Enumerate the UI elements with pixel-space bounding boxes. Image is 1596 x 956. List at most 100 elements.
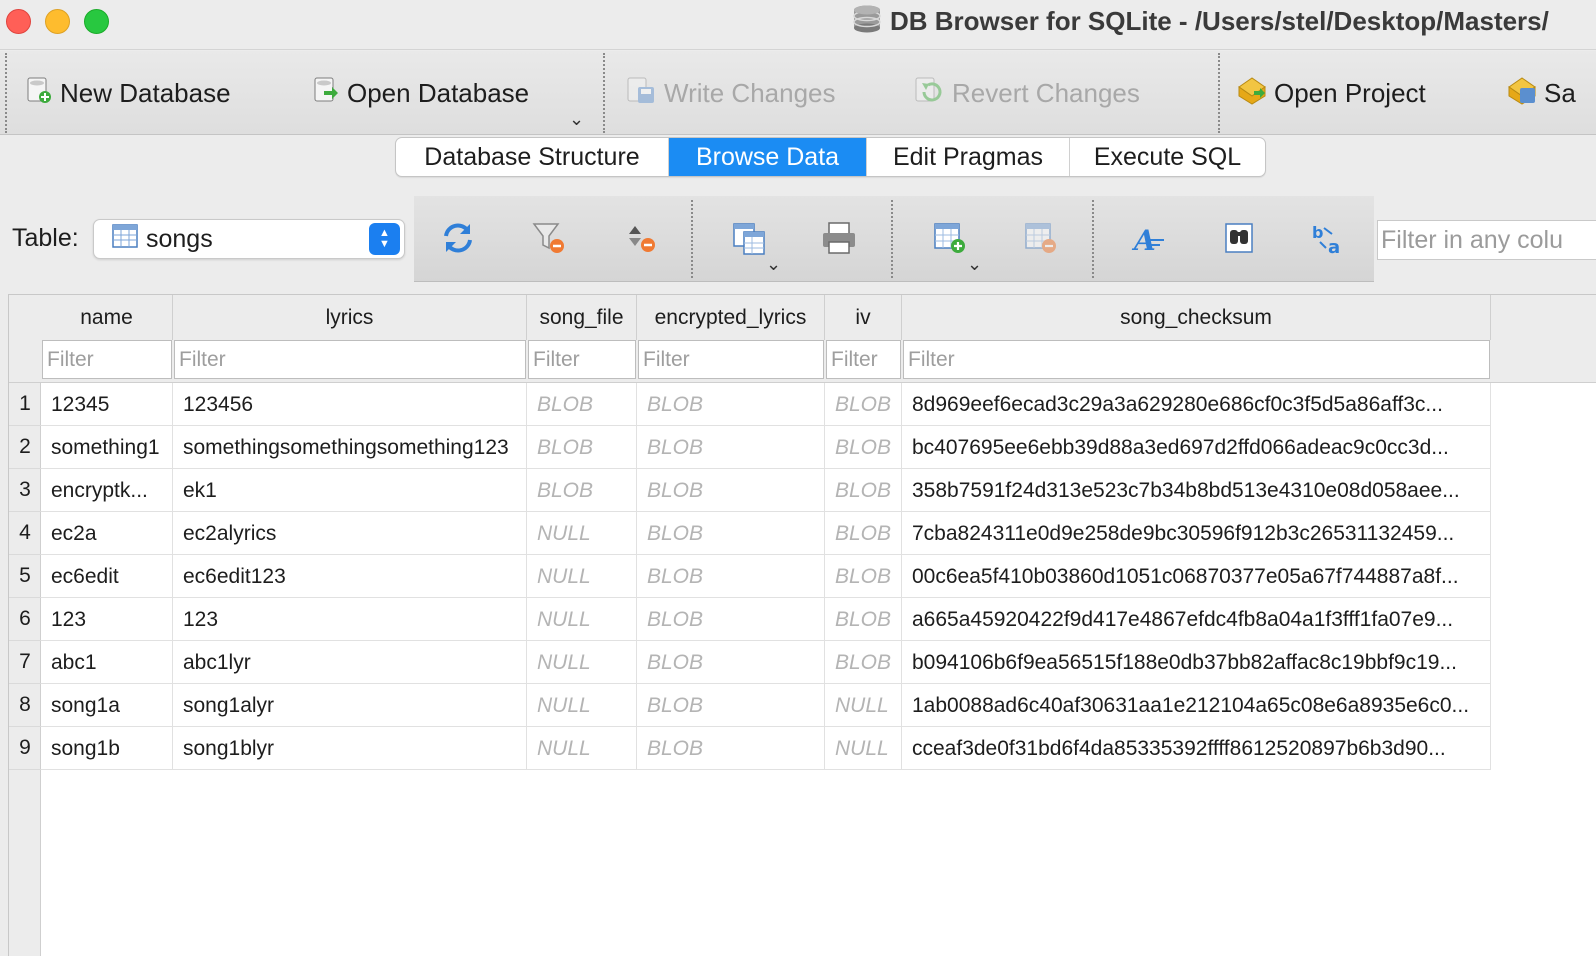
cell-song-checksum[interactable]: a665a45920422f9d417e4867efdc4fb8a04a1f3f… [902,598,1491,641]
filter-iv-input[interactable]: Filter [826,340,901,379]
cell-encrypted-lyrics[interactable]: BLOB [637,426,825,469]
cell-iv[interactable]: BLOB [825,469,902,512]
cell-song-checksum[interactable]: 7cba824311e0d9e258de9bc30596f912b3c26531… [902,512,1491,555]
open-database-dropdown-icon[interactable]: ⌄ [569,109,584,130]
filter-encrypted-lyrics-input[interactable]: Filter [638,340,824,379]
new-database-button[interactable]: New Database [24,75,231,111]
cell-song-checksum[interactable]: 00c6ea5f410b03860d1051c06870377e05a67f74… [902,555,1491,598]
column-header-song-checksum[interactable]: song_checksum [902,295,1491,340]
cell-lyrics[interactable]: 123 [173,598,527,641]
cell-song-checksum[interactable]: cceaf3de0f31bd6f4da85335392ffff861252089… [902,727,1491,770]
row-number[interactable]: 9 [9,727,41,770]
column-header-lyrics[interactable]: lyrics [173,295,527,340]
cell-lyrics[interactable]: 123456 [173,383,527,426]
cell-encrypted-lyrics[interactable]: BLOB [637,555,825,598]
tab-execute-sql[interactable]: Execute SQL [1070,138,1265,176]
insert-record-icon[interactable] [930,218,970,258]
revert-changes-button[interactable]: Revert Changes [914,75,1140,111]
cell-song-checksum[interactable]: 1ab0088ad6c40af30631aa1e212104a65c08e6a8… [902,684,1491,727]
copy-dropdown-icon[interactable]: ⌄ [766,254,781,275]
cell-song-checksum[interactable]: 358b7591f24d313e523c7b34b8bd513e4310e08d… [902,469,1491,512]
open-project-button[interactable]: Open Project [1236,75,1426,111]
cell-lyrics[interactable]: abc1lyr [173,641,527,684]
row-number[interactable]: 2 [9,426,41,469]
save-project-button[interactable]: Sa [1506,75,1576,111]
cell-name[interactable]: song1a [41,684,173,727]
cell-encrypted-lyrics[interactable]: BLOB [637,727,825,770]
table-select[interactable]: songs ▲ ▼ [93,219,405,259]
cell-song-file[interactable]: NULL [527,641,637,684]
cell-iv[interactable]: BLOB [825,512,902,555]
cell-name[interactable]: something1 [41,426,173,469]
column-header-encrypted-lyrics[interactable]: encrypted_lyrics [637,295,825,340]
cell-iv[interactable]: BLOB [825,598,902,641]
cell-song-file[interactable]: NULL [527,727,637,770]
delete-record-icon[interactable] [1021,218,1061,258]
cell-encrypted-lyrics[interactable]: BLOB [637,469,825,512]
cell-song-file[interactable]: BLOB [527,426,637,469]
refresh-icon[interactable] [438,218,478,258]
row-number[interactable]: 8 [9,684,41,727]
open-database-button[interactable]: Open Database [311,75,529,111]
copy-icon[interactable] [730,218,770,258]
cell-song-checksum[interactable]: 8d969eef6ecad3c29a3a629280e686cf0c3f5d5a… [902,383,1491,426]
minimize-window-button[interactable] [45,9,70,34]
cell-iv[interactable]: BLOB [825,555,902,598]
row-number[interactable]: 3 [9,469,41,512]
column-header-song-file[interactable]: song_file [527,295,637,340]
cell-encrypted-lyrics[interactable]: BLOB [637,512,825,555]
row-number[interactable]: 6 [9,598,41,641]
find-icon[interactable] [1220,218,1260,258]
cell-name[interactable]: encryptk... [41,469,173,512]
cell-name[interactable]: 123 [41,598,173,641]
cell-lyrics[interactable]: ek1 [173,469,527,512]
maximize-window-button[interactable] [84,9,109,34]
filter-song-checksum-input[interactable]: Filter [903,340,1490,379]
cell-encrypted-lyrics[interactable]: BLOB [637,684,825,727]
insert-record-dropdown-icon[interactable]: ⌄ [967,254,982,275]
cell-name[interactable]: 12345 [41,383,173,426]
tab-database-structure[interactable]: Database Structure [396,138,669,176]
cell-song-checksum[interactable]: bc407695ee6ebb39d88a3ed697d2ffd066adeac9… [902,426,1491,469]
cell-song-file[interactable]: NULL [527,555,637,598]
tab-edit-pragmas[interactable]: Edit Pragmas [867,138,1070,176]
row-number[interactable]: 5 [9,555,41,598]
close-window-button[interactable] [6,9,31,34]
cell-song-file[interactable]: NULL [527,684,637,727]
filter-any-column-input[interactable]: Filter in any colu [1377,220,1596,260]
row-number[interactable]: 7 [9,641,41,684]
cell-lyrics[interactable]: song1alyr [173,684,527,727]
cell-encrypted-lyrics[interactable]: BLOB [637,383,825,426]
cell-iv[interactable]: NULL [825,727,902,770]
write-changes-button[interactable]: Write Changes [626,75,836,111]
cell-song-checksum[interactable]: b094106b6f9ea56515f188e0db37bb82affac8c1… [902,641,1491,684]
cell-song-file[interactable]: NULL [527,598,637,641]
cell-lyrics[interactable]: ec6edit123 [173,555,527,598]
cell-song-file[interactable]: NULL [527,512,637,555]
tab-browse-data[interactable]: Browse Data [669,138,867,176]
clear-filters-icon[interactable] [530,218,570,258]
cell-lyrics[interactable]: ec2alyrics [173,512,527,555]
cell-lyrics[interactable]: somethingsomethingsomething123 [173,426,527,469]
cell-name[interactable]: abc1 [41,641,173,684]
cell-iv[interactable]: NULL [825,684,902,727]
filter-lyrics-input[interactable]: Filter [174,340,526,379]
cell-song-file[interactable]: BLOB [527,383,637,426]
column-header-name[interactable]: name [41,295,173,340]
filter-name-input[interactable]: Filter [42,340,172,379]
cell-song-file[interactable]: BLOB [527,469,637,512]
row-number[interactable]: 4 [9,512,41,555]
filter-song-file-input[interactable]: Filter [528,340,636,379]
cell-iv[interactable]: BLOB [825,641,902,684]
cell-encrypted-lyrics[interactable]: BLOB [637,598,825,641]
sort-icon[interactable] [622,218,662,258]
cell-name[interactable]: ec6edit [41,555,173,598]
cell-encrypted-lyrics[interactable]: BLOB [637,641,825,684]
cell-iv[interactable]: BLOB [825,383,902,426]
row-number[interactable]: 1 [9,383,41,426]
font-icon[interactable]: A [1130,218,1170,258]
cell-lyrics[interactable]: song1blyr [173,727,527,770]
cell-name[interactable]: song1b [41,727,173,770]
cell-name[interactable]: ec2a [41,512,173,555]
find-replace-icon[interactable]: b a [1310,218,1350,258]
